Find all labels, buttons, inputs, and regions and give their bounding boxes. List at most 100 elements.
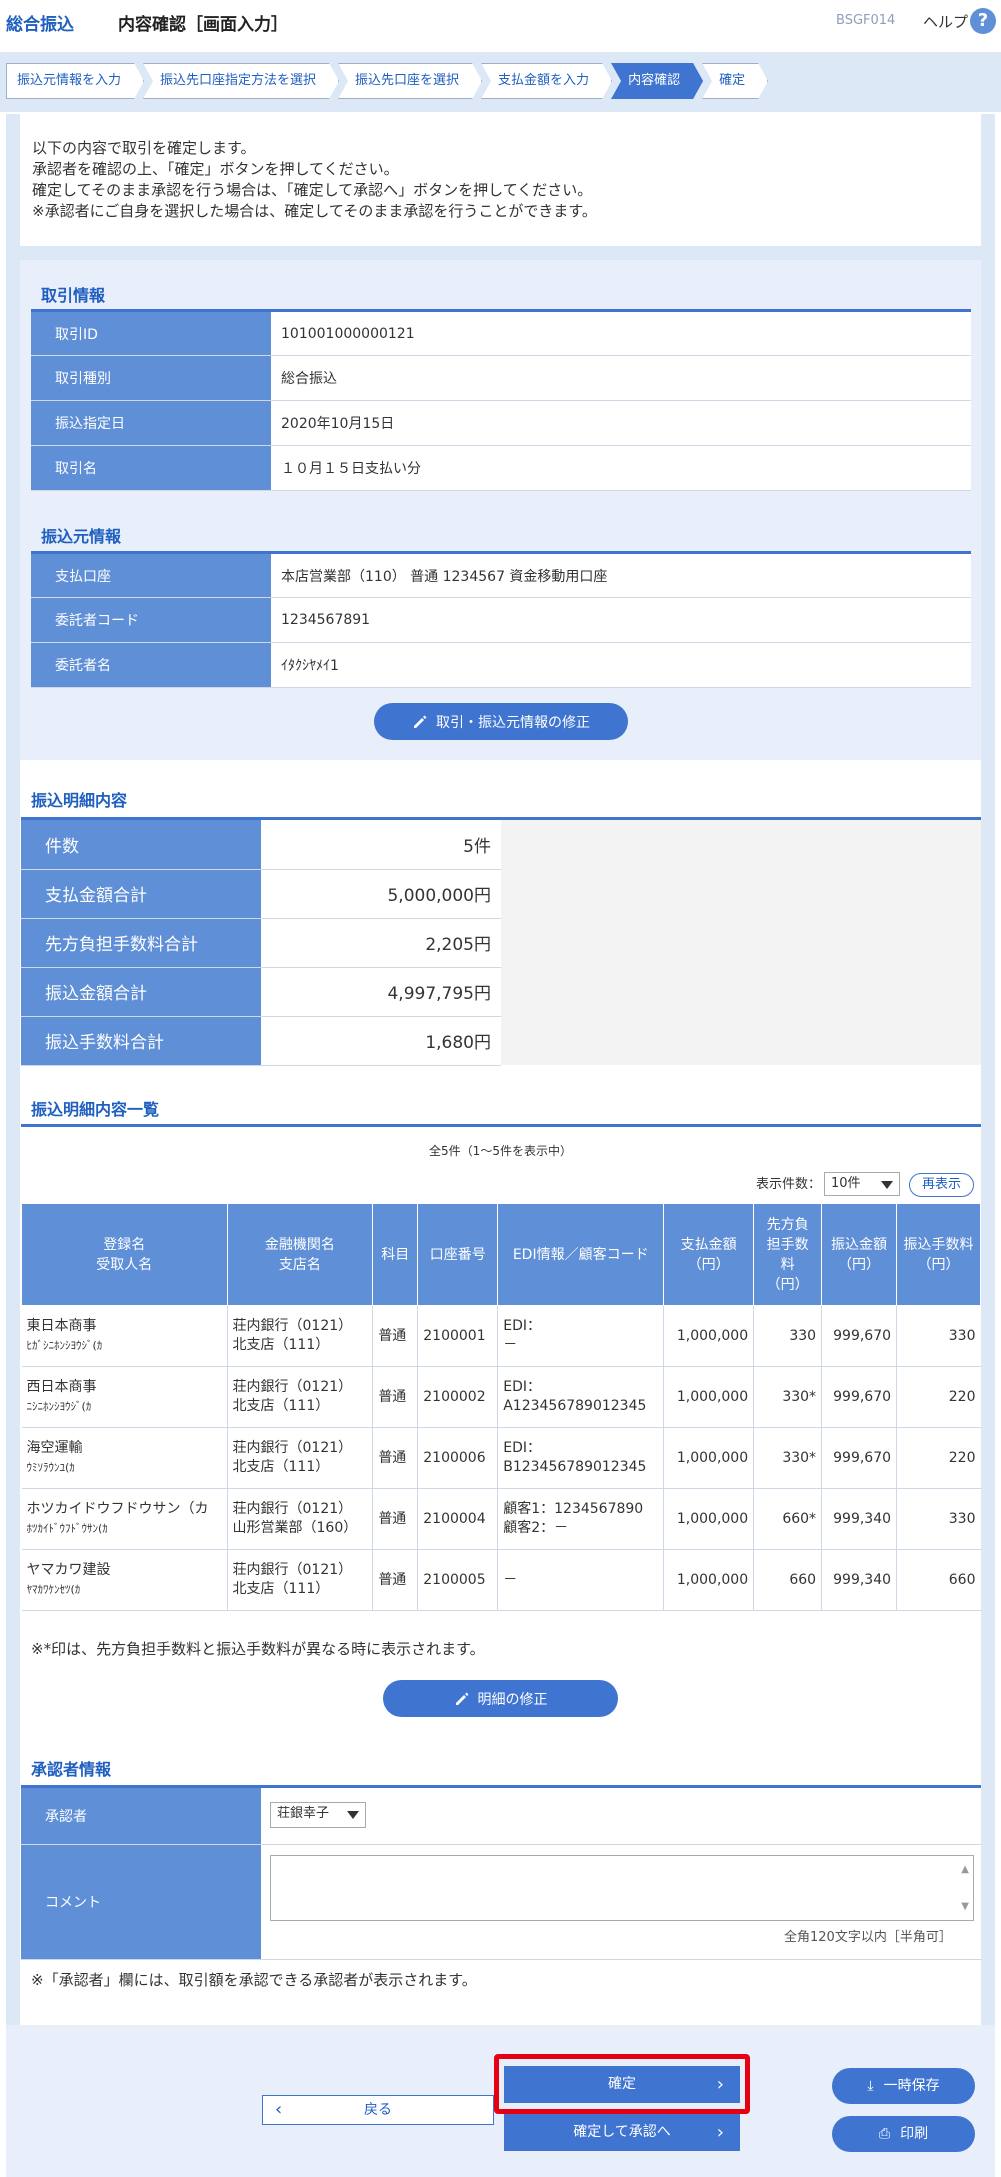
payee-name: ヤマカワ建設 xyxy=(26,1562,111,1578)
edi-line: EDI： xyxy=(503,1318,541,1334)
account-number: 2100005 xyxy=(417,1549,499,1611)
transfer-fee: 220 xyxy=(896,1366,981,1428)
help-link[interactable]: ヘルプ xyxy=(923,11,968,32)
save-draft-label: 一時保存 xyxy=(883,2078,940,2094)
row-value: 101001000000121 xyxy=(271,310,971,356)
row-value: 2,205円 xyxy=(261,918,501,968)
payee-kana: ｳﾐｿﾗｳﾝﾕ(ｶ xyxy=(26,1461,75,1474)
table-row: 取引名 １０月１５日支払い分 xyxy=(31,445,971,491)
fee-note: ※*印は、先方負担手数料と振込手数料が異なる時に表示されます。 xyxy=(31,1640,485,1658)
account-type: 普通 xyxy=(372,1305,419,1367)
payment-amount: 1,000,000 xyxy=(663,1305,755,1367)
edi-line: EDI： xyxy=(503,1379,541,1395)
table-row: 東日本商事 ﾋｶﾞｼﾆﾎﾝｼﾖｳｼﾞ(ｶ 荘内銀行（0121） 北支店（111） 普… xyxy=(21,1305,981,1367)
intro-line: 以下の内容で取引を確定します。 xyxy=(32,139,256,157)
row-key: 振込手数料合計 xyxy=(21,1016,261,1066)
account-type: 普通 xyxy=(372,1427,419,1489)
comment-textarea[interactable]: ▲ ▼ xyxy=(270,1855,974,1921)
step-1: 振込元情報を入力 xyxy=(6,63,144,99)
bank-name: 荘内銀行（0121） xyxy=(232,1440,353,1456)
payee-kana: ﾔﾏｶﾜｹﾝｾﾂ(ｶ xyxy=(26,1583,81,1596)
payer-fee: 330* xyxy=(753,1366,823,1428)
table-row: ホツカイドウフドウサン（カ ﾎﾂｶｲﾄﾞｳﾌﾄﾞｳｻﾝ(ｶ 荘内銀行（0121） 山… xyxy=(21,1488,981,1550)
payee-kana: ﾎﾂｶｲﾄﾞｳﾌﾄﾞｳｻﾝ(ｶ xyxy=(26,1522,108,1535)
table-row: 支払口座 本店営業部（110） 普通 1234567 資金移動用口座 xyxy=(31,552,971,598)
account-type: 普通 xyxy=(372,1549,419,1611)
row-value: 2020年10月15日 xyxy=(271,400,971,446)
intro-message: 以下の内容で取引を確定します。 承認者を確認の上、「確定」ボタンを押してください… xyxy=(20,114,981,246)
row-value: 5,000,000円 xyxy=(261,869,501,919)
table-header-row: 登録名 受取人名 金融機関名 支店名 科目 口座番号 EDI情報／顧客コード 支… xyxy=(21,1203,981,1306)
download-icon: ⤓ xyxy=(867,2078,874,2094)
branch-name: 北支店（111） xyxy=(232,1398,330,1414)
list-count-caption: 全5件（1～5件を表示中） xyxy=(429,1144,572,1158)
approver-cell xyxy=(261,1788,981,1845)
redisplay-button[interactable]: 再表示 xyxy=(909,1173,974,1197)
transfer-amount: 999,670 xyxy=(821,1366,898,1428)
edi-line: － xyxy=(503,1337,518,1353)
row-key: 支払口座 xyxy=(31,552,271,598)
table-row: 件数 5件 xyxy=(21,820,501,870)
row-value: 本店営業部（110） 普通 1234567 資金移動用口座 xyxy=(271,552,971,598)
row-key: 委託者コード xyxy=(31,597,271,643)
edit-transaction-button[interactable]: 取引・振込元情報の修正 xyxy=(374,703,628,740)
per-page-value: 10件 xyxy=(831,1176,861,1191)
col-header-type: 科目 xyxy=(372,1203,419,1306)
row-key: 委託者名 xyxy=(31,642,271,688)
summary-filler xyxy=(501,820,981,1065)
payer-fee: 330 xyxy=(753,1305,823,1367)
step-6: 確定 xyxy=(702,63,768,99)
branch-name: 北支店（111） xyxy=(232,1459,330,1475)
transfer-amount: 999,340 xyxy=(821,1488,898,1550)
branch-name: 山形営業部（160） xyxy=(232,1520,358,1536)
row-value: 1,680円 xyxy=(261,1016,501,1066)
chevron-right-icon: › xyxy=(716,2122,724,2143)
chevron-left-icon: ‹ xyxy=(275,2099,283,2120)
per-page-select[interactable]: 10件 xyxy=(824,1172,900,1196)
app-brand[interactable]: 総合振込 xyxy=(6,10,74,35)
row-key: 件数 xyxy=(21,820,261,870)
header: 総合振込 内容確認［画面入力］ BSGF014 ヘルプ ? xyxy=(0,0,1001,46)
table-row: 承認者 xyxy=(21,1788,981,1845)
row-value: １０月１５日支払い分 xyxy=(271,445,971,491)
scroll-down-icon: ▼ xyxy=(961,1901,969,1912)
edit-detail-label: 明細の修正 xyxy=(477,1691,548,1708)
edit-detail-button[interactable]: 明細の修正 xyxy=(383,1680,618,1717)
account-number: 2100001 xyxy=(417,1305,499,1367)
table-row: ヤマカワ建設 ﾔﾏｶﾜｹﾝｾﾂ(ｶ 荘内銀行（0121） 北支店（111） 普通 2… xyxy=(21,1549,981,1611)
edi-line: A123456789012345 xyxy=(503,1398,647,1414)
save-draft-button[interactable]: ⤓ 一時保存 xyxy=(832,2068,975,2104)
approver-note: ※「承認者」欄には、取引額を承認できる承認者が表示されます。 xyxy=(31,1971,477,1989)
per-page-label: 表示件数： xyxy=(756,1177,822,1192)
payer-fee: 330* xyxy=(753,1427,823,1489)
divider xyxy=(21,1124,981,1127)
payee-kana: ﾋｶﾞｼﾆﾎﾝｼﾖｳｼﾞ(ｶ xyxy=(26,1339,103,1352)
chevron-down-icon xyxy=(881,1181,893,1189)
chevron-down-icon xyxy=(347,1811,359,1819)
table-row: 取引ID 101001000000121 xyxy=(31,310,971,356)
help-icon[interactable]: ? xyxy=(970,8,996,34)
col-header-fee: 振込手数料 （円） xyxy=(896,1203,981,1306)
highlight-frame xyxy=(494,2054,750,2114)
row-key: 取引ID xyxy=(31,310,271,356)
back-button[interactable]: ‹ 戻る xyxy=(262,2095,494,2125)
payee-name: 西日本商事 xyxy=(26,1379,97,1395)
intro-line: 確定してそのまま承認を行う場合は、「確定して承認へ」ボタンを押してください。 xyxy=(32,181,593,199)
payment-amount: 1,000,000 xyxy=(663,1549,755,1611)
printer-icon: ⎙ xyxy=(878,2126,891,2142)
row-key: 取引名 xyxy=(31,445,271,491)
transfer-amount: 999,670 xyxy=(821,1305,898,1367)
source-title: 振込元情報 xyxy=(41,527,122,546)
approver-select[interactable]: 荘銀幸子 xyxy=(270,1802,366,1828)
payer-fee: 660 xyxy=(753,1549,823,1611)
print-button[interactable]: ⎙ 印刷 xyxy=(832,2116,975,2152)
table-row: 振込手数料合計 1,680円 xyxy=(21,1016,501,1066)
edi-line: 顧客1：1234567890 xyxy=(503,1501,644,1517)
col-header-account: 口座番号 xyxy=(417,1203,499,1306)
confirm-and-approve-button[interactable]: 確定して承認へ › xyxy=(504,2114,740,2151)
table-row: 取引種別 総合振込 xyxy=(31,355,971,401)
edit-transaction-label: 取引・振込元情報の修正 xyxy=(436,714,590,731)
account-type: 普通 xyxy=(372,1366,419,1428)
print-label: 印刷 xyxy=(900,2126,929,2142)
table-row: 海空運輸 ｳﾐｿﾗｳﾝﾕ(ｶ 荘内銀行（0121） 北支店（111） 普通 2100… xyxy=(21,1427,981,1489)
